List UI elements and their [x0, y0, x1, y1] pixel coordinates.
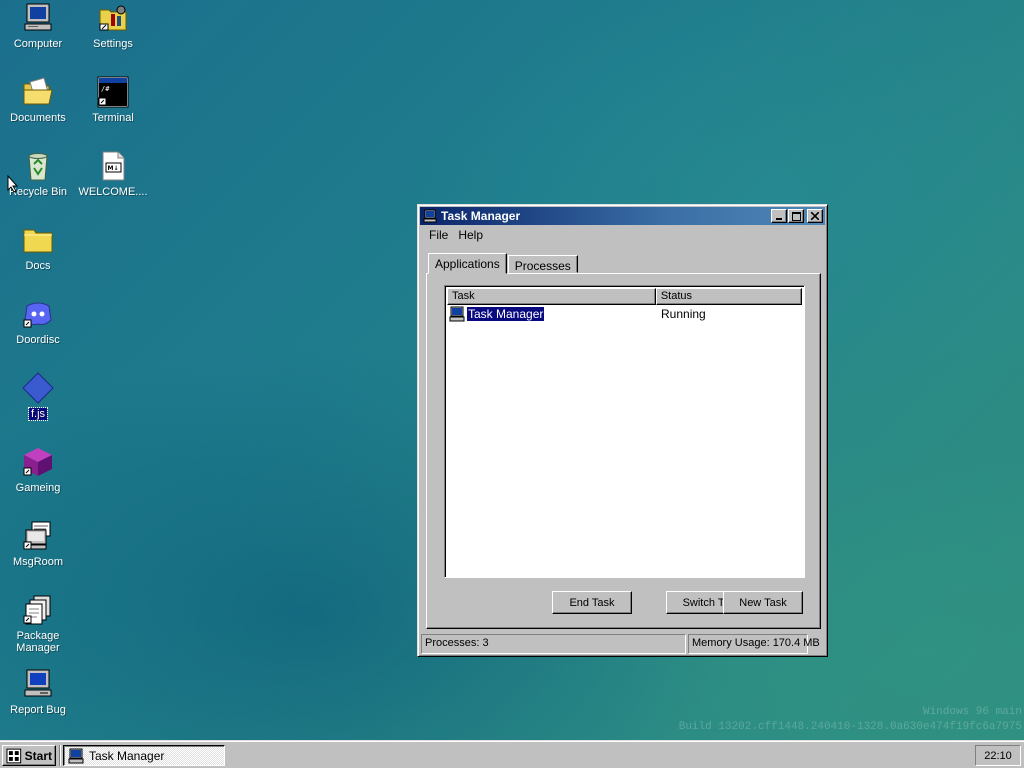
tab-applications[interactable]: Applications	[428, 253, 507, 274]
desktop-icon-label: Terminal	[92, 112, 134, 124]
svg-text:M↓: M↓	[108, 165, 119, 172]
start-label: Start	[24, 748, 52, 763]
folder-open-icon	[23, 77, 53, 105]
maximize-button[interactable]	[788, 209, 804, 223]
start-button[interactable]: Start	[2, 745, 56, 766]
close-icon	[811, 212, 819, 220]
build-watermark-line2: Build 13202.cff1448.240410-1328.0a630e47…	[678, 721, 1022, 733]
applications-panel: Task Status Task Manager Running	[426, 273, 821, 629]
tab-processes[interactable]: Processes	[507, 255, 578, 273]
recycle-bin-icon	[28, 153, 48, 181]
desktop-icon-welcome[interactable]: M↓ WELCOME....	[75, 150, 151, 198]
taskbar-separator	[59, 745, 61, 766]
terminal-icon: /#	[97, 76, 129, 108]
desktop-icon-computer[interactable]: Computer	[0, 2, 76, 50]
menu-help[interactable]: Help	[453, 228, 488, 242]
menu-bar: File Help	[420, 225, 825, 245]
desktop-icon-report-bug[interactable]: Report Bug	[0, 668, 76, 716]
desktop-icon-msgroom[interactable]: MsgRoom	[0, 520, 76, 568]
diamond-file-icon	[22, 372, 54, 404]
memory-usage: Memory Usage: 170.4 MB	[688, 634, 820, 654]
taskbar-item-task-manager[interactable]: Task Manager	[63, 745, 225, 766]
process-count: Processes: 3	[421, 634, 686, 654]
folder-icon	[23, 229, 53, 253]
task-manager-window: Task Manager File Help Applications Proc…	[417, 204, 828, 657]
desktop-icon-label: MsgRoom	[12, 556, 64, 568]
doordisc-icon	[23, 302, 52, 328]
task-cell: Task Manager	[447, 306, 657, 322]
task-list-header: Task Status	[447, 288, 802, 305]
desktop-icon-fjs[interactable]: f.js	[0, 372, 76, 421]
start-logo-icon	[6, 748, 22, 763]
task-manager-icon	[449, 306, 465, 322]
svg-text:/#: /#	[101, 85, 110, 93]
window-title: Task Manager	[441, 209, 521, 223]
new-task-button[interactable]: New Task	[723, 591, 803, 614]
task-manager-icon	[68, 748, 84, 763]
minimize-icon	[776, 218, 782, 220]
end-task-button[interactable]: End Task	[552, 591, 632, 614]
minimize-button[interactable]	[771, 209, 787, 223]
tab-strip: Applications Processes	[428, 253, 579, 274]
desktop-icon-label: Report Bug	[10, 704, 66, 716]
close-button[interactable]	[807, 209, 823, 223]
computer-icon	[24, 3, 52, 31]
build-watermark-line1: Windows 96 main	[922, 706, 1022, 718]
task-list[interactable]: Task Status Task Manager Running	[444, 285, 805, 578]
desktop-icon-docs[interactable]: Docs	[0, 224, 76, 272]
taskbar-item-label: Task Manager	[89, 748, 165, 763]
settings-icon	[99, 5, 127, 31]
title-bar[interactable]: Task Manager	[420, 207, 825, 225]
status-bar: Processes: 3 Memory Usage: 170.4 MB	[421, 634, 826, 654]
desktop-icon-package-manager[interactable]: Package Manager	[0, 594, 76, 654]
desktop-icon-label: Gameing	[15, 482, 61, 494]
msgroom-icon	[23, 521, 51, 550]
desktop-icon-settings[interactable]: Settings	[75, 2, 151, 50]
desktop-icon-documents[interactable]: Documents	[0, 76, 76, 124]
column-header-task[interactable]: Task	[447, 288, 656, 305]
taskbar: Start Task Manager 22:10	[0, 740, 1024, 768]
column-header-status[interactable]: Status	[655, 288, 802, 305]
menu-file[interactable]: File	[424, 228, 453, 242]
desktop-icon-terminal[interactable]: /# Terminal	[75, 76, 151, 124]
desktop-icon-label: Package Manager	[16, 630, 60, 654]
report-bug-icon	[24, 669, 52, 697]
desktop-icon-gameing[interactable]: Gameing	[0, 446, 76, 494]
desktop-icon-label: Documents	[10, 112, 66, 124]
task-status: Running	[661, 307, 706, 321]
game-cube-icon	[23, 448, 52, 476]
table-row[interactable]: Task Manager Running	[447, 305, 804, 323]
markdown-file-icon: M↓	[102, 151, 125, 181]
desktop-icon-doordisc[interactable]: Doordisc	[0, 298, 76, 346]
desktop-icon-label: WELCOME....	[78, 186, 148, 198]
package-manager-icon	[23, 595, 51, 625]
desktop-icon-label: Doordisc	[16, 334, 60, 346]
task-manager-icon	[423, 209, 437, 223]
desktop-icon-label: f.js	[27, 407, 49, 421]
title-bar-buttons	[770, 209, 823, 223]
desktop-icon-label: Computer	[13, 38, 63, 50]
maximize-icon	[791, 211, 801, 221]
task-name: Task Manager	[465, 306, 546, 322]
desktop-icon-label: Settings	[93, 38, 133, 50]
desktop-icon-label: Docs	[25, 260, 51, 272]
system-clock[interactable]: 22:10	[975, 745, 1021, 766]
mouse-cursor-icon	[7, 175, 19, 193]
